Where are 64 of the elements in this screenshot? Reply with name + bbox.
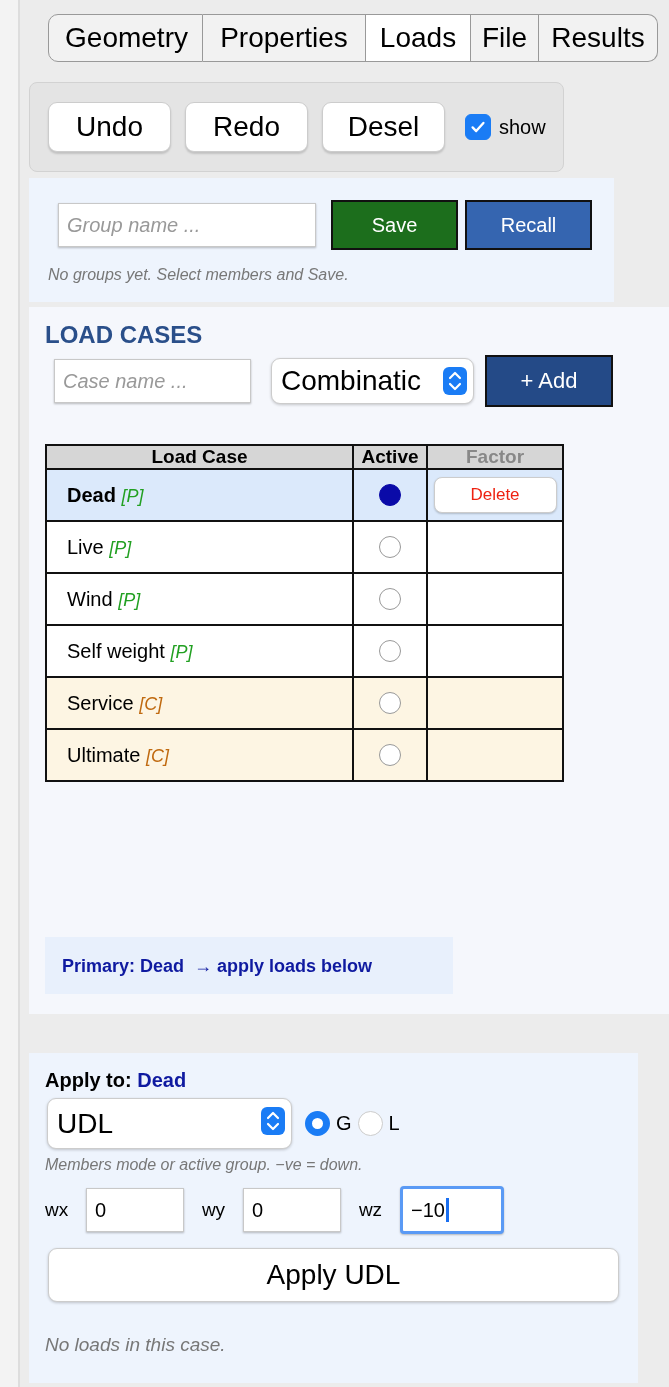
show-checkbox[interactable] (465, 114, 491, 140)
load-type-select[interactable]: UDL (47, 1098, 292, 1149)
tab[interactable]: Loads (366, 14, 471, 62)
table-row[interactable]: Live [P] (46, 521, 563, 573)
case-name: Self weight (67, 639, 165, 662)
active-radio[interactable] (379, 484, 401, 506)
axis-radio[interactable] (357, 1111, 383, 1136)
table-row[interactable]: Dead [P] Delete (46, 469, 563, 521)
table-row[interactable]: Service [C] (46, 677, 563, 729)
case-tag: [P] (109, 537, 132, 558)
input-field[interactable]: −10 (400, 1186, 504, 1234)
toolbar-button[interactable]: Redo (185, 102, 308, 152)
hint-text: No groups yet. Select members and Save. (48, 266, 350, 284)
hint-text: Members mode or active group. −ve = down. (45, 1156, 364, 1174)
column-header: Factor (427, 445, 563, 469)
active-radio[interactable] (379, 744, 401, 766)
field-label: wz (357, 1199, 384, 1221)
column-header: Active (353, 445, 427, 469)
primary-note: Primary: Dead → apply loads below (45, 937, 453, 994)
stepper-icon (261, 1107, 285, 1135)
axis-label: L (388, 1112, 400, 1135)
case-name: Service (67, 691, 134, 714)
case-tag: [P] (121, 485, 144, 506)
active-radio[interactable] (379, 692, 401, 714)
active-radio[interactable] (379, 536, 401, 558)
tab[interactable]: File (471, 14, 539, 62)
tab[interactable]: Results (539, 14, 658, 62)
column-header: Load Case (46, 445, 353, 469)
input-field[interactable]: 0 (243, 1188, 341, 1232)
case-name-field[interactable]: Case name ... (54, 359, 251, 403)
checkbox-label: show (499, 115, 546, 139)
case-name: Live (67, 535, 104, 558)
case-type-select[interactable]: Combinatic (271, 358, 474, 404)
active-radio[interactable] (379, 588, 401, 610)
input-field[interactable]: 0 (86, 1188, 184, 1232)
toolbar-button[interactable]: Desel (322, 102, 445, 152)
section-title: LOAD CASES (45, 321, 204, 349)
table-row[interactable]: Wind [P] (46, 573, 563, 625)
case-name: Dead (67, 483, 116, 506)
save-button[interactable]: Save (331, 200, 458, 250)
table-row[interactable]: Ultimate [C] (46, 729, 563, 781)
tab[interactable]: Geometry (48, 14, 203, 62)
field-label: wx (45, 1199, 70, 1221)
case-tag: [P] (118, 589, 141, 610)
case-tag: [P] (170, 641, 193, 662)
tab[interactable]: Properties (203, 14, 366, 62)
case-tag: [C] (139, 693, 163, 714)
active-radio[interactable] (379, 640, 401, 662)
axis-label: G (336, 1112, 352, 1135)
empty-note: No loads in this case. (45, 1334, 227, 1356)
stepper-icon (443, 367, 467, 395)
toolbar-button[interactable]: Undo (48, 102, 171, 152)
recall-button[interactable]: Recall (465, 200, 592, 250)
case-tag: [C] (145, 745, 169, 766)
case-name: Wind (67, 587, 113, 610)
group-name-field[interactable]: Group name ... (58, 203, 316, 247)
axis-radio[interactable] (305, 1111, 330, 1136)
delete-button[interactable]: Delete (433, 477, 557, 513)
case-name: Ultimate (67, 743, 141, 766)
add-button[interactable]: + Add (485, 355, 613, 407)
apply-button[interactable]: Apply UDL (48, 1248, 619, 1302)
field-label: wy (200, 1199, 227, 1221)
table-row[interactable]: Self weight [P] (46, 625, 563, 677)
apply-to-label: Apply to: Dead (45, 1069, 188, 1092)
